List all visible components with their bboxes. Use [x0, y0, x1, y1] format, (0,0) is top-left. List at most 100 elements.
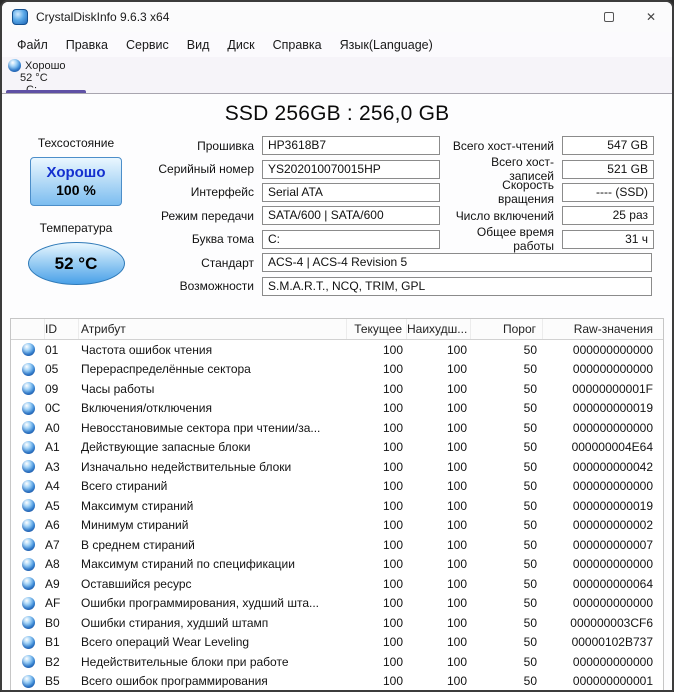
- attribute-name: Оставшийся ресурс: [79, 577, 347, 591]
- attribute-threshold: 50: [471, 557, 543, 571]
- maximize-button[interactable]: [588, 2, 630, 32]
- attribute-raw-value: 00000000001F: [543, 382, 663, 396]
- table-row[interactable]: A9 Оставшийся ресурс 100 100 50 00000000…: [11, 574, 663, 594]
- row-status-cell: [11, 675, 45, 688]
- info-label: Возможности: [150, 279, 262, 293]
- table-row[interactable]: A4 Всего стираний 100 100 50 00000000000…: [11, 477, 663, 497]
- table-row[interactable]: A1 Действующие запасные блоки 100 100 50…: [11, 438, 663, 458]
- row-status-cell: [11, 558, 45, 571]
- title-bar[interactable]: CrystalDiskInfo 9.6.3 x64 ✕: [2, 2, 672, 32]
- close-icon: ✕: [646, 10, 656, 24]
- close-button[interactable]: ✕: [630, 2, 672, 32]
- menu-item[interactable]: Вид: [178, 35, 219, 55]
- temperature-indicator[interactable]: 52 °C: [28, 242, 125, 285]
- attribute-current: 100: [347, 421, 407, 435]
- status-ok-icon: [22, 519, 35, 532]
- row-status-cell: [11, 597, 45, 610]
- attribute-threshold: 50: [471, 538, 543, 552]
- table-row[interactable]: A6 Минимум стираний 100 100 50 000000000…: [11, 516, 663, 536]
- attribute-name: Ошибки стирания, худший штамп: [79, 616, 347, 630]
- attribute-worst: 100: [407, 479, 471, 493]
- menu-item[interactable]: Сервис: [117, 35, 178, 55]
- status-ok-icon: [22, 655, 35, 668]
- temperature-section-label: Температура: [2, 221, 150, 235]
- attribute-worst: 100: [407, 674, 471, 688]
- attribute-name: Ошибки программирования, худший шта...: [79, 596, 347, 610]
- row-status-cell: [11, 402, 45, 415]
- info-row: Число включений 25 раз: [450, 204, 654, 227]
- info-value-field: 521 GB: [562, 160, 654, 179]
- status-ok-icon: [22, 499, 35, 512]
- menu-item[interactable]: Справка: [264, 35, 331, 55]
- info-label: Интерфейс: [150, 185, 262, 199]
- drive-tab[interactable]: Хорошо 52 °C C:: [2, 57, 90, 93]
- info-row: Стандарт ACS-4 | ACS-4 Revision 5: [150, 251, 652, 274]
- header-current[interactable]: Текущее: [347, 319, 407, 339]
- info-label: Прошивка: [150, 139, 262, 153]
- info-value-field: SATA/600 | SATA/600: [262, 206, 440, 225]
- table-row[interactable]: A7 В среднем стираний 100 100 50 0000000…: [11, 535, 663, 555]
- attribute-name: Максимум стираний: [79, 499, 347, 513]
- info-label: Число включений: [450, 209, 562, 223]
- attribute-name: Недействительные блоки при работе: [79, 655, 347, 669]
- table-row[interactable]: B2 Недействительные блоки при работе 100…: [11, 652, 663, 672]
- row-status-cell: [11, 421, 45, 434]
- info-value-field: HP3618B7: [262, 136, 440, 155]
- attribute-name: Всего операций Wear Leveling: [79, 635, 347, 649]
- attribute-id: 09: [45, 382, 79, 396]
- attribute-current: 100: [347, 557, 407, 571]
- table-row[interactable]: B1 Всего операций Wear Leveling 100 100 …: [11, 633, 663, 653]
- header-worst[interactable]: Наихудш...: [407, 319, 471, 339]
- table-row[interactable]: A8 Максимум стираний по спецификации 100…: [11, 555, 663, 575]
- attribute-id: B2: [45, 655, 79, 669]
- attribute-id: 0C: [45, 401, 79, 415]
- table-row[interactable]: 01 Частота ошибок чтения 100 100 50 0000…: [11, 340, 663, 360]
- menu-item[interactable]: Язык(Language): [331, 35, 442, 55]
- attribute-name: Частота ошибок чтения: [79, 343, 347, 357]
- info-fields-right: Всего хост-чтений 547 GB Всего хост-запи…: [450, 134, 654, 251]
- table-row[interactable]: A0 Невосстановимые сектора при чтении/за…: [11, 418, 663, 438]
- header-attribute[interactable]: Атрибут: [79, 319, 347, 339]
- table-row[interactable]: B5 Всего ошибок программирования 100 100…: [11, 672, 663, 692]
- menu-item[interactable]: Диск: [218, 35, 263, 55]
- table-row[interactable]: AF Ошибки программирования, худший шта..…: [11, 594, 663, 614]
- attribute-name: Действующие запасные блоки: [79, 440, 347, 454]
- attribute-raw-value: 000000000007: [543, 538, 663, 552]
- drive-tab-strip: Хорошо 52 °C C:: [2, 57, 672, 94]
- menu-item[interactable]: Файл: [8, 35, 57, 55]
- header-raw-values[interactable]: Raw-значения: [543, 319, 663, 339]
- table-row[interactable]: A5 Максимум стираний 100 100 50 00000000…: [11, 496, 663, 516]
- attribute-threshold: 50: [471, 596, 543, 610]
- table-row[interactable]: 05 Перераспределённые сектора 100 100 50…: [11, 360, 663, 380]
- row-status-cell: [11, 577, 45, 590]
- health-status-button[interactable]: Хорошо 100 %: [30, 157, 122, 206]
- attribute-raw-value: 000000000000: [543, 596, 663, 610]
- row-status-cell: [11, 363, 45, 376]
- attribute-raw-value: 000000000019: [543, 401, 663, 415]
- attribute-raw-value: 000000000001: [543, 674, 663, 688]
- attribute-id: B1: [45, 635, 79, 649]
- status-ok-icon: [22, 675, 35, 688]
- attribute-worst: 100: [407, 421, 471, 435]
- disk-model-title: SSD 256GB : 256,0 GB: [2, 94, 672, 132]
- attribute-threshold: 50: [471, 421, 543, 435]
- table-row[interactable]: B0 Ошибки стирания, худший штамп 100 100…: [11, 613, 663, 633]
- attribute-current: 100: [347, 382, 407, 396]
- attribute-threshold: 50: [471, 635, 543, 649]
- row-status-cell: [11, 636, 45, 649]
- menu-item[interactable]: Правка: [57, 35, 117, 55]
- table-row[interactable]: 0C Включения/отключения 100 100 50 00000…: [11, 399, 663, 419]
- table-row[interactable]: 09 Часы работы 100 100 50 00000000001F: [11, 379, 663, 399]
- attribute-current: 100: [347, 538, 407, 552]
- table-row[interactable]: A3 Изначально недействительные блоки 100…: [11, 457, 663, 477]
- header-id[interactable]: ID: [45, 319, 79, 339]
- status-ok-icon: [22, 616, 35, 629]
- attribute-threshold: 50: [471, 655, 543, 669]
- info-row: Возможности S.M.A.R.T., NCQ, TRIM, GPL: [150, 274, 652, 297]
- info-value-field: S.M.A.R.T., NCQ, TRIM, GPL: [262, 277, 652, 296]
- attribute-threshold: 50: [471, 440, 543, 454]
- table-header: ID Атрибут Текущее Наихудш... Порог Raw-…: [11, 319, 663, 340]
- info-value-field: ACS-4 | ACS-4 Revision 5: [262, 253, 652, 272]
- row-status-cell: [11, 616, 45, 629]
- header-threshold[interactable]: Порог: [471, 319, 543, 339]
